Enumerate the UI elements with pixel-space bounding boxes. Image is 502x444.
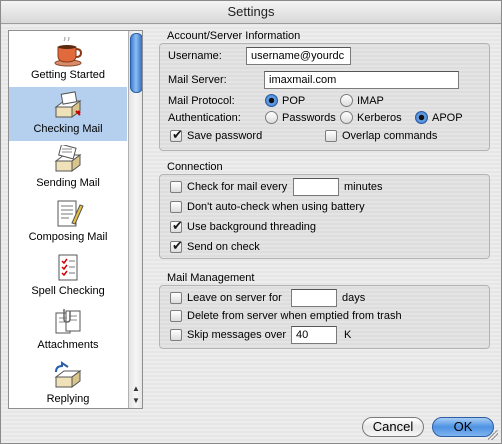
account-section-title: Account/Server Information [167, 30, 301, 42]
mailbox-tray-icon [52, 91, 84, 121]
sidebar-item-spell-checking[interactable]: Spell Checking [9, 249, 127, 303]
sidebar-item-checking-mail[interactable]: Checking Mail [9, 87, 127, 141]
sidebar-item-replying[interactable]: Replying [9, 357, 127, 408]
sidebar-item-label: Checking Mail [33, 123, 103, 135]
overlap-commands-checkbox[interactable] [325, 130, 337, 142]
coffee-cup-icon [52, 35, 84, 67]
connection-section-title: Connection [167, 161, 223, 173]
outbox-tray-icon [52, 143, 84, 175]
save-password-checkbox[interactable] [170, 127, 183, 143]
sidebar-item-attachments[interactable]: Attachments [9, 303, 127, 357]
protocol-imap-label: IMAP [357, 95, 384, 107]
scroll-up-arrow-icon[interactable]: ▲ [129, 383, 142, 395]
send-on-check-checkbox[interactable] [170, 238, 183, 254]
check-mail-every-checkbox[interactable] [170, 181, 182, 193]
reply-envelope-icon [52, 361, 84, 391]
cancel-button[interactable]: Cancel [362, 417, 424, 437]
auth-apop-label: APOP [432, 112, 463, 124]
scroll-down-arrow-icon[interactable]: ▼ [129, 395, 142, 407]
leave-on-server-label: Leave on server for [187, 292, 282, 304]
sidebar-scrollbar[interactable]: ▲ ▼ [128, 31, 142, 408]
sidebar-item-composing-mail[interactable]: Composing Mail [9, 195, 127, 249]
auth-kerberos-label: Kerberos [357, 112, 402, 124]
send-on-check-label: Send on check [187, 241, 260, 253]
sidebar-item-label: Getting Started [31, 69, 105, 81]
username-label: Username: [168, 50, 222, 62]
auth-passwords-radio[interactable] [265, 111, 278, 124]
spell-check-list-icon [52, 253, 84, 283]
days-label: days [342, 292, 366, 304]
auth-apop-radio[interactable] [415, 111, 428, 124]
leave-on-server-checkbox[interactable] [170, 292, 182, 304]
protocol-pop-radio[interactable] [265, 94, 278, 107]
settings-window: Settings Getting Started Checking Mail S… [0, 0, 502, 444]
auth-kerberos-radio[interactable] [340, 111, 353, 124]
kilobytes-label: K [344, 329, 352, 341]
skip-messages-label: Skip messages over [187, 329, 287, 341]
check-mail-every-label: Check for mail every [187, 181, 288, 193]
dont-autocheck-battery-checkbox[interactable] [170, 201, 182, 213]
authentication-label: Authentication: [168, 112, 241, 124]
check-interval-field[interactable] [293, 178, 339, 196]
username-field[interactable]: username@yourdc [246, 47, 351, 65]
skip-messages-checkbox[interactable] [170, 329, 182, 341]
delete-from-server-checkbox[interactable] [170, 310, 182, 322]
save-password-label: Save password [187, 130, 263, 142]
auth-passwords-label: Passwords [282, 112, 336, 124]
leave-days-field[interactable] [291, 289, 337, 307]
delete-from-server-label: Delete from server when emptied from tra… [187, 310, 402, 322]
window-title: Settings [1, 1, 501, 24]
background-threading-checkbox[interactable] [170, 218, 183, 234]
settings-category-list[interactable]: Getting Started Checking Mail Sending Ma… [8, 30, 143, 409]
resize-grip-icon[interactable] [488, 430, 498, 440]
sidebar-item-label: Composing Mail [28, 231, 108, 243]
mail-server-label: Mail Server: [168, 74, 227, 86]
ok-button[interactable]: OK [432, 417, 494, 437]
management-section-title: Mail Management [167, 272, 255, 284]
minutes-label: minutes [344, 181, 383, 193]
overlap-commands-label: Overlap commands [342, 130, 438, 142]
compose-letter-icon [52, 199, 84, 229]
background-threading-label: Use background threading [187, 221, 317, 233]
paperclip-documents-icon [52, 307, 84, 337]
protocol-imap-radio[interactable] [340, 94, 353, 107]
mail-server-field[interactable]: imaxmail.com [264, 71, 459, 89]
mail-protocol-label: Mail Protocol: [168, 95, 235, 107]
sidebar-item-label: Attachments [37, 339, 99, 351]
skip-size-field[interactable]: 40 [291, 326, 337, 344]
sidebar-item-label: Replying [46, 393, 90, 405]
sidebar-item-label: Sending Mail [36, 177, 100, 189]
protocol-pop-label: POP [282, 95, 306, 107]
scroll-thumb[interactable] [130, 33, 142, 93]
sidebar-item-label: Spell Checking [31, 285, 105, 297]
dont-autocheck-battery-label: Don't auto-check when using battery [187, 201, 365, 213]
sidebar-item-getting-started[interactable]: Getting Started [9, 33, 127, 87]
sidebar-item-sending-mail[interactable]: Sending Mail [9, 141, 127, 195]
